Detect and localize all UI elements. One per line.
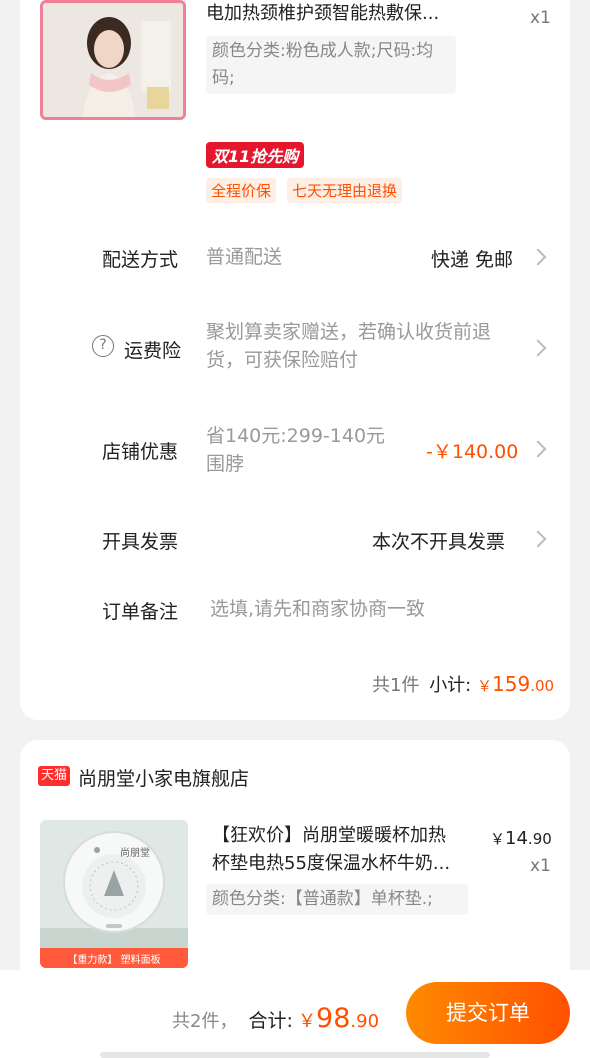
chevron-right-icon [529,530,547,548]
tag-seven-day-return: 七天无理由退换 [287,178,403,203]
subtotal-currency: ￥ [477,677,493,695]
note-label: 订单备注 [102,601,179,623]
total-label: 合计: [248,1010,293,1032]
product-qty: x1 [530,856,551,876]
price-int: 14 [505,828,528,849]
invoice-value: 本次不开具发票 [372,531,506,553]
subtotal-label: 小计: [429,675,472,696]
subtotal-count: 共1件 [372,675,420,696]
product-title[interactable]: 电加热颈椎护颈智能热敷保... [206,0,466,28]
checkout-bar: 共2件， 合计: ￥98.90 提交订单 [0,970,590,1058]
home-indicator[interactable] [100,1052,490,1058]
product-spec[interactable]: 颜色分类:【普通款】单杯垫.; [206,884,468,915]
store-discount-value: 省140元:299-140元围脖 [206,425,386,475]
product-thumbnail[interactable] [40,0,186,120]
store-discount-label: 店铺优惠 [102,441,179,463]
promo-badge: 双11抢先购 [206,142,305,168]
chevron-right-icon [529,248,547,266]
subtotal-int: 159 [492,672,531,696]
cup-warmer-photo-icon [40,820,188,968]
product-spec[interactable]: 颜色分类:粉色成人款;尺码:均码; [206,36,456,94]
total-currency: ￥ [298,1011,317,1032]
total-summary: 共2件， 合计: ￥98.90 [172,1003,379,1034]
note-input[interactable]: 选填,请先和商家协商一致 [210,595,540,623]
submit-order-button[interactable]: 提交订单 [406,982,570,1044]
total-dec: .90 [350,1011,380,1032]
product-price: ￥14.90 [490,828,552,849]
store-discount-amount: -￥140.00 [426,441,519,463]
subtotal-dec: .00 [530,677,555,695]
shipping-insurance-value: 聚划算卖家赠送，若确认收货前退货，可获保险赔付 [206,321,492,371]
thumb-banner: 【重力款】 塑料面板 [67,955,161,966]
tmall-logo-icon: 天猫 [38,766,70,786]
product-title-line1[interactable]: 【狂欢价】尚朋堂暖暖杯加热 [212,822,476,850]
chevron-right-icon [529,339,547,357]
total-int: 98 [316,1003,351,1034]
product-qty: x1 [530,8,551,28]
price-dec: .90 [527,830,552,848]
shipping-insurance-label: 运费险 [124,340,182,362]
product-thumbnail[interactable]: 尚朋堂 【重力款】 塑料面板 [40,820,188,968]
invoice-label: 开具发票 [102,531,179,553]
delivery-value: 普通配送 [206,246,283,268]
store-name[interactable]: 尚朋堂小家电旗舰店 [78,764,249,791]
question-icon[interactable]: ? [92,335,114,357]
order-card-store1: 电加热颈椎护颈智能热敷保... x1 颜色分类:粉色成人款;尺码:均码; 双11… [20,0,570,720]
total-count: 共2件， [172,1011,238,1032]
tag-price-protect: 全程价保 [206,178,277,203]
subtotal: 共1件 小计: ￥159.00 [372,671,554,697]
product-photo-icon [43,3,183,117]
chevron-right-icon [529,440,547,458]
delivery-label: 配送方式 [102,249,179,271]
price-currency: ￥ [490,830,506,848]
product-title-line2[interactable]: 杯垫电热55度保温水杯牛奶... [212,850,476,878]
delivery-right: 快递 免邮 [431,249,514,271]
thumb-brand: 尚朋堂 [120,848,150,859]
